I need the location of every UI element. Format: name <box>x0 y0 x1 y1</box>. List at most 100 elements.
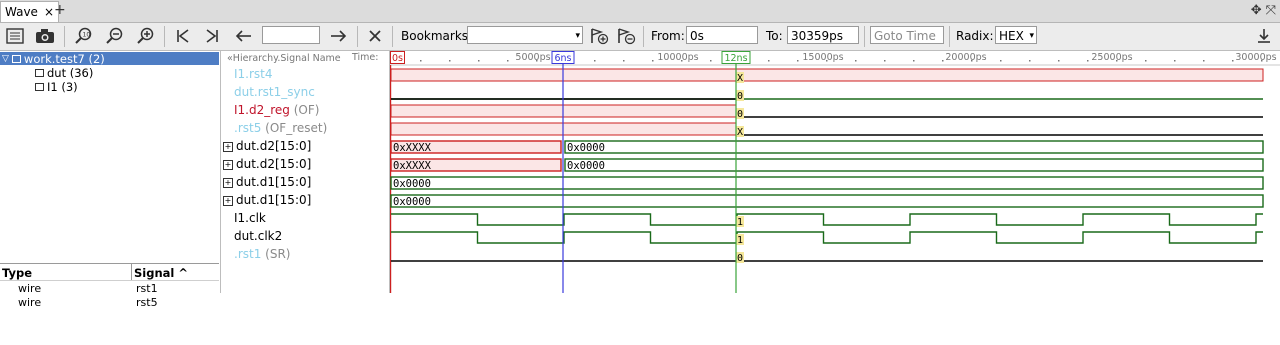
wave-rst4-unknown <box>390 68 1264 82</box>
module-icon <box>35 83 44 91</box>
expand-plus-icon[interactable]: + <box>223 142 233 152</box>
signal-name: dut.rst1_sync <box>234 85 315 99</box>
column-header-type[interactable]: Type <box>2 266 32 280</box>
ruler-tick-label: 10000ps <box>657 52 698 63</box>
download-icon[interactable] <box>1252 25 1276 47</box>
signal-name: dut.clk2 <box>234 229 283 243</box>
signal-row[interactable]: .rst5 (OF_reset) <box>234 120 327 136</box>
signal-row[interactable]: dut.clk2 <box>234 228 282 244</box>
signal-name: dut.d1[15:0] <box>236 193 312 207</box>
tab-close-icon[interactable]: × <box>44 5 54 19</box>
value-readout: 0 <box>737 253 743 264</box>
last-edge-icon[interactable] <box>200 25 224 47</box>
expand-pane-icon[interactable]: ⤧ <box>1266 3 1276 18</box>
value-readout: 0 <box>737 109 743 120</box>
camera-icon[interactable] <box>33 25 57 47</box>
wave-bus <box>390 194 1264 208</box>
ruler-dot <box>1058 60 1060 62</box>
signal-row[interactable]: I1.rst4 <box>234 66 273 82</box>
radix-select[interactable]: HEX ▾ <box>995 26 1037 44</box>
window-controls: ✥ ⤧ <box>1251 3 1276 18</box>
value-readout: X <box>737 127 743 138</box>
ruler-tick-label: 15000ps <box>802 52 843 63</box>
wave-i1-clk <box>391 213 1263 226</box>
signal-annotation: (OF) <box>289 103 320 117</box>
signal-row[interactable]: .rst1 (SR) <box>234 246 290 262</box>
first-edge-icon[interactable] <box>171 25 195 47</box>
clear-icon[interactable] <box>363 25 387 47</box>
ruler-dot <box>797 60 799 62</box>
tree-item-work-test7[interactable]: ▽ work.test7 (2) <box>2 52 105 66</box>
zoom-fit-icon[interactable]: 10 <box>72 25 96 47</box>
hierarchy-pane: ▽ work.test7 (2) dut (36) I1 (3) Type Si… <box>0 51 221 309</box>
tree-item-dut[interactable]: dut (36) <box>35 66 93 80</box>
tree-item-label: I1 (3) <box>47 80 78 94</box>
radix-value: HEX <box>999 29 1024 43</box>
tab-wave-label: Wave <box>5 5 38 19</box>
table-cell-type[interactable]: wire <box>18 296 41 309</box>
goto-time-input[interactable]: Goto Time <box>870 26 944 44</box>
zoom-out-icon[interactable] <box>103 25 127 47</box>
add-bookmark-icon[interactable] <box>587 25 611 47</box>
from-input[interactable]: 0s <box>686 26 758 44</box>
toolbar-separator <box>64 26 65 47</box>
waveform-pane[interactable]: 5000ps 10000ps 15000ps 20000ps 25000ps 30000p… <box>389 51 1280 293</box>
search-forward-icon[interactable] <box>326 25 350 47</box>
table-cell-signal[interactable]: rst5 <box>136 296 158 309</box>
signal-name: dut.d2[15:0] <box>236 139 312 153</box>
ruler-dot <box>478 60 480 62</box>
remove-bookmark-icon[interactable] <box>614 25 638 47</box>
to-input[interactable]: 30359ps <box>787 26 859 44</box>
toolbar-separator <box>864 26 865 47</box>
time-header: Time: <box>352 52 379 63</box>
signal-row[interactable]: dut.rst1_sync <box>234 84 315 100</box>
ruler-dot <box>1000 60 1002 62</box>
add-tab-icon[interactable]: + <box>54 2 66 18</box>
signal-annotation: (OF_reset) <box>261 121 328 135</box>
chevron-down-icon: ▾ <box>575 31 580 41</box>
ruler-dot <box>652 60 654 62</box>
ruler-dot <box>1232 60 1234 62</box>
table-cell-signal[interactable]: rst1 <box>136 282 158 295</box>
expand-plus-icon[interactable]: + <box>223 160 233 170</box>
signal-row[interactable]: + dut.d2[15:0] <box>223 138 311 154</box>
bus-value: 0x0000 <box>567 160 605 172</box>
signal-name: I1.d2_reg <box>234 103 290 117</box>
signal-row[interactable]: + dut.d1[15:0] <box>223 174 311 190</box>
ruler-dot <box>1203 60 1205 62</box>
signal-row[interactable]: I1.d2_reg (OF) <box>234 102 319 118</box>
tree-item-i1[interactable]: I1 (3) <box>35 80 78 94</box>
hierarchy-header: «Hierarchy.Signal Name <box>227 53 341 64</box>
toolbar-separator <box>392 26 393 47</box>
signal-row[interactable]: + dut.d1[15:0] <box>223 192 311 208</box>
ruler-dot <box>623 60 625 62</box>
bus-value: 0x0000 <box>393 196 431 208</box>
tab-wave[interactable]: Wave × <box>0 1 59 22</box>
column-header-signal[interactable]: Signal ^ <box>134 266 188 280</box>
collapse-triangle-icon[interactable]: ▽ <box>2 54 9 64</box>
signal-row[interactable]: I1.clk <box>234 210 266 226</box>
move-pane-icon[interactable]: ✥ <box>1251 3 1262 18</box>
signal-row[interactable]: + dut.d2[15:0] <box>223 156 311 172</box>
ruler-dot <box>1145 60 1147 62</box>
bookmarks-select[interactable]: ▾ <box>467 26 583 44</box>
bus-value: 0x0000 <box>567 142 605 154</box>
search-input[interactable] <box>262 26 320 44</box>
signal-name: dut.d1[15:0] <box>236 175 312 189</box>
ruler-dot <box>594 60 596 62</box>
zoom-in-icon[interactable] <box>134 25 158 47</box>
from-label: From: <box>651 29 685 43</box>
ruler-tick-label: 20000ps <box>945 52 986 63</box>
expand-plus-icon[interactable]: + <box>223 178 233 188</box>
search-back-icon[interactable] <box>232 25 256 47</box>
wave-bus <box>564 140 1264 154</box>
waveform-canvas[interactable]: 5000ps 10000ps 15000ps 20000ps 25000ps 30000p… <box>389 51 1280 293</box>
signal-name: I1.clk <box>234 211 266 225</box>
toolbar-separator <box>164 26 165 47</box>
ruler-dot <box>1029 60 1031 62</box>
signal-list-icon[interactable] <box>3 25 27 47</box>
table-cell-type[interactable]: wire <box>18 282 41 295</box>
module-icon <box>11 55 21 63</box>
expand-plus-icon[interactable]: + <box>223 196 233 206</box>
toolbar: 10 Bookmarks: ▾ From: 0s To: 30359ps Got… <box>0 23 1280 51</box>
